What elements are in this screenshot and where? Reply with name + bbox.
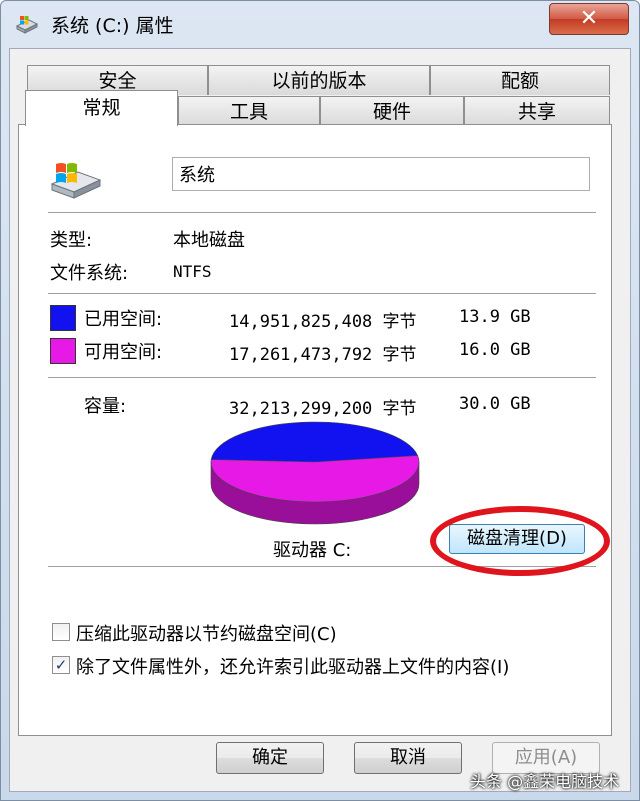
watermark-text: 头条 @鑫荣电脑技术 [470, 772, 620, 791]
used-space-bytes: 14,951,825,408 字节 [229, 312, 417, 332]
free-space-size: 16.0 GB [459, 340, 531, 360]
capacity-bytes: 32,213,299,200 字节 [229, 399, 417, 419]
used-space-size: 13.9 GB [459, 307, 531, 327]
drive-letter-label: 驱动器 C: [273, 540, 352, 561]
used-space-label: 已用空间: [84, 309, 163, 330]
free-space-swatch [50, 338, 76, 364]
drive-large-icon [50, 163, 102, 199]
cancel-button[interactable]: 取消 [354, 742, 462, 774]
ok-button[interactable]: 确定 [216, 742, 324, 774]
separator [48, 293, 596, 294]
disk-usage-pie-chart [210, 421, 420, 525]
filesystem-value: NTFS [173, 262, 212, 281]
volume-name-input[interactable] [172, 157, 590, 191]
pie-slice-0 [210, 421, 419, 463]
compress-label[interactable]: 压缩此驱动器以节约磁盘空间(C) [76, 620, 337, 646]
capacity-label: 容量: [84, 396, 127, 417]
free-space-bytes: 17,261,473,792 字节 [229, 345, 417, 365]
separator [48, 377, 596, 378]
compress-checkbox[interactable] [52, 623, 70, 641]
free-space-label: 可用空间: [84, 342, 163, 363]
type-value: 本地磁盘 [173, 230, 245, 251]
index-label[interactable]: 除了文件属性外，还允许索引此驱动器上文件的内容(I) [76, 653, 509, 679]
highlight-circle [430, 506, 610, 576]
separator [48, 212, 596, 213]
type-label: 类型: [50, 230, 93, 251]
used-space-swatch [50, 305, 76, 331]
filesystem-label: 文件系统: [50, 263, 129, 284]
capacity-size: 30.0 GB [459, 394, 531, 414]
index-checkbox[interactable]: ✓ [52, 656, 70, 674]
